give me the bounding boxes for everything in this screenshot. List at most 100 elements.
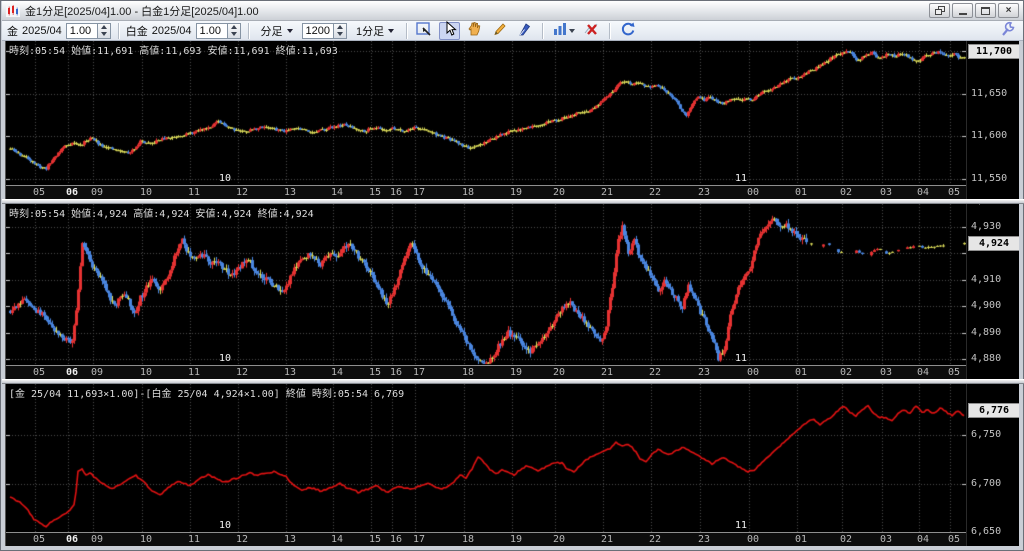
date-boundary-label: 10 <box>218 353 231 364</box>
platinum-time-axis: 05 06 09 10 11 12 13 14 15 16 17 18 19 20 21 22 23 00 01 02… <box>6 365 1019 379</box>
time-axis-label: 02 <box>839 367 853 378</box>
spread-formula-readout: [金 25/04 11,693×1.00]-[白金 25/04 4,924×1.… <box>9 389 405 400</box>
bar-count-spin-buttons[interactable] <box>333 23 347 38</box>
platinum-contract-month: 2025/04 <box>151 24 192 37</box>
time-axis-label: 04 <box>916 187 930 198</box>
time-axis-label: 12 <box>235 367 249 378</box>
select-cursor-button[interactable] <box>439 20 461 40</box>
toolbar-separator <box>609 22 611 39</box>
select-cursor-icon <box>441 20 459 40</box>
gold-multiplier-spinner[interactable]: 1.00 <box>65 22 111 39</box>
time-axis-label: 11 <box>187 367 201 378</box>
price-axis-label: 4,900 <box>971 300 1002 312</box>
time-axis-label: 14 <box>330 367 344 378</box>
time-axis-label: 12 <box>235 534 249 545</box>
time-axis-label: 17 <box>412 534 426 545</box>
date-boundary-label: 11 <box>734 173 747 184</box>
date-boundary-label: 11 <box>734 353 747 364</box>
refresh-button[interactable] <box>617 22 638 40</box>
time-axis-label: 01 <box>794 187 808 198</box>
time-axis-label: 21 <box>600 367 614 378</box>
pan-hand-button[interactable] <box>464 22 485 40</box>
time-axis-label: 22 <box>648 187 662 198</box>
gold-chart-panel: 時刻:05:54 始値:11,691 高値:11,693 安値:11,691 終… <box>5 41 1019 199</box>
time-axis-label: 03 <box>879 534 893 545</box>
time-axis-label: 13 <box>283 367 297 378</box>
time-axis-label: 12 <box>235 187 249 198</box>
toolbar: 金 2025/04 1.00 白金 2025/04 1.00 分足 1200 1… <box>2 20 1023 41</box>
time-axis-label: 01 <box>794 534 808 545</box>
gold-contract-month: 2025/04 <box>22 24 62 37</box>
time-axis-label: 22 <box>648 534 662 545</box>
platinum-multiplier-value[interactable]: 1.00 <box>197 24 227 38</box>
gold-multiplier-value[interactable]: 1.00 <box>67 24 97 38</box>
time-axis-label: 10 <box>139 187 153 198</box>
zoom-range-icon <box>415 21 434 40</box>
price-axis-label: 4,890 <box>971 326 1002 338</box>
minimize-button[interactable] <box>952 3 973 18</box>
time-axis-label: 18 <box>461 187 475 198</box>
time-axis-label: 02 <box>839 534 853 545</box>
refresh-icon <box>619 21 637 40</box>
time-axis-label: 14 <box>330 534 344 545</box>
platinum-chart-panel: 時刻:05:54 始値:4,924 高値:4,924 安値:4,924 終値:4… <box>5 204 1019 379</box>
gold-chart-canvas[interactable] <box>6 41 966 185</box>
time-axis-label: 21 <box>600 187 614 198</box>
clear-drawings-icon <box>583 21 601 40</box>
pencil-icon <box>491 21 509 40</box>
gold-price-axis: 11,700 11,650 11,600 11,550 <box>966 41 1019 199</box>
maximize-button[interactable] <box>975 3 996 18</box>
spread-chart-canvas[interactable] <box>6 384 966 532</box>
settings-wrench-icon <box>999 21 1017 40</box>
time-axis-label: 21 <box>600 534 614 545</box>
gold-current-price: 11,700 <box>968 44 1019 59</box>
time-axis-label: 00 <box>746 187 760 198</box>
toolbar-separator <box>247 22 249 39</box>
time-axis-label: 20 <box>552 534 566 545</box>
platinum-chart-canvas[interactable] <box>6 204 966 365</box>
bar-count-value[interactable]: 1200 <box>303 24 333 38</box>
time-axis-label: 04 <box>916 534 930 545</box>
platinum-multiplier-spin-buttons[interactable] <box>226 23 240 38</box>
platinum-ohlc-readout: 時刻:05:54 始値:4,924 高値:4,924 安値:4,924 終値:4… <box>9 209 314 220</box>
pan-hand-icon <box>466 21 484 40</box>
time-axis-label: 05 <box>32 367 46 378</box>
pen-button[interactable] <box>514 22 535 40</box>
gold-label: 金 <box>7 25 18 38</box>
settings-wrench-button[interactable] <box>997 21 1018 40</box>
spread-price-axis: 6,776 6,750 6,700 6,650 <box>966 384 1019 546</box>
gold-multiplier-spin-buttons[interactable] <box>96 23 110 38</box>
title-bar: 金1分足[2025/04]1.00 - 白金1分足[2025/04]1.00 × <box>2 1 1023 21</box>
zoom-range-button[interactable] <box>414 22 435 40</box>
time-axis-label: 09 <box>90 367 104 378</box>
bar-count-spinner[interactable]: 1200 <box>301 22 348 39</box>
price-axis-label: 4,930 <box>971 221 1002 232</box>
date-boundary-label: 10 <box>218 173 231 184</box>
time-axis-label: 20 <box>552 187 566 198</box>
time-axis-label: 00 <box>746 534 760 545</box>
time-axis-label: 23 <box>697 534 711 545</box>
toolbar-separator <box>542 22 544 39</box>
date-boundary-label: 10 <box>218 520 231 531</box>
clear-drawings-button[interactable] <box>581 22 602 40</box>
bar-type-dropdown[interactable]: 分足 <box>256 23 298 39</box>
platinum-multiplier-spinner[interactable]: 1.00 <box>195 22 241 39</box>
time-axis-label: 05 <box>32 534 46 545</box>
time-axis-label: 05 <box>32 187 46 198</box>
close-button[interactable]: × <box>998 3 1019 18</box>
time-axis-label: 06 <box>65 187 79 198</box>
time-axis-label: 10 <box>139 534 153 545</box>
price-axis-label: 11,600 <box>971 130 1008 141</box>
bar-period-dropdown[interactable]: 1分足 <box>351 23 399 39</box>
time-axis-label: 22 <box>648 367 662 378</box>
platinum-current-price: 4,924 <box>968 235 1019 251</box>
chart-type-button[interactable] <box>550 22 577 40</box>
chart-type-icon <box>552 21 568 40</box>
pencil-button[interactable] <box>489 22 510 40</box>
toolbar-separator <box>406 22 408 39</box>
time-axis-label: 17 <box>412 367 426 378</box>
cascade-window-button[interactable] <box>929 3 950 18</box>
toolbar-separator <box>117 22 119 39</box>
price-axis-label: 6,750 <box>971 429 1002 440</box>
time-axis-label: 00 <box>746 367 760 378</box>
